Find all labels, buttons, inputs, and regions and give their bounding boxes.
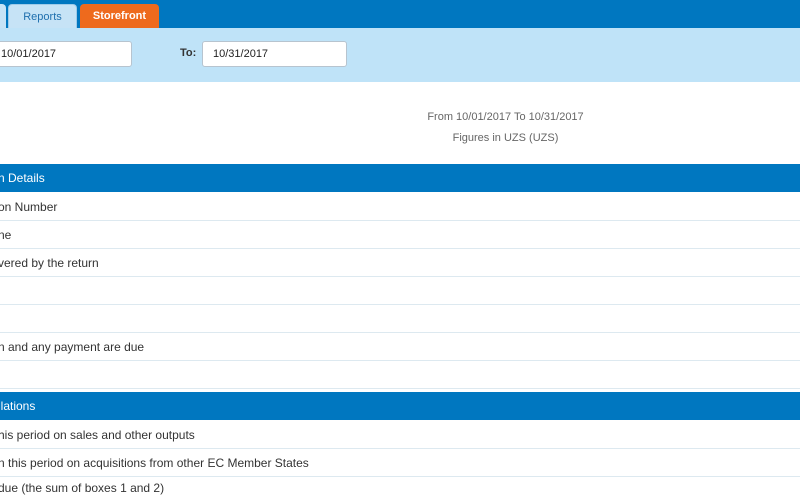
- from-date-input[interactable]: 10/01/2017: [0, 41, 132, 67]
- table-row: his period on sales and other outputs: [0, 421, 800, 449]
- table-row: [0, 361, 800, 389]
- table-row: on Number: [0, 193, 800, 221]
- top-navigation-bar: Reports Storefront: [0, 0, 800, 28]
- row-label: n and any payment are due: [0, 339, 145, 354]
- report-currency: Figures in UZS (UZS): [452, 132, 559, 144]
- section-title: llations: [0, 399, 36, 413]
- tab-partial[interactable]: [0, 4, 6, 28]
- table-row: ne: [0, 221, 800, 249]
- table-row: [0, 277, 800, 305]
- row-label: n this period on acquisitions from other…: [0, 455, 309, 470]
- table-row: n this period on acquisitions from other…: [0, 449, 800, 477]
- to-date-label: To:: [180, 47, 197, 59]
- tab-storefront[interactable]: Storefront: [80, 4, 159, 28]
- row-label: his period on sales and other outputs: [0, 427, 195, 442]
- date-filter-bar: 10/01/2017 To: 10/31/2017: [0, 28, 800, 82]
- table-row: vered by the return: [0, 249, 800, 277]
- section-header-calculations: llations: [0, 392, 800, 420]
- row-label: vered by the return: [0, 255, 99, 270]
- report-period: From 10/01/2017 To 10/31/2017: [427, 111, 584, 123]
- table-row: due (the sum of boxes 1 and 2): [0, 477, 800, 498]
- tab-reports[interactable]: Reports: [8, 4, 77, 28]
- row-label: due (the sum of boxes 1 and 2): [0, 480, 165, 495]
- section-header-details: n Details: [0, 164, 800, 192]
- table-row: [0, 305, 800, 333]
- row-label: on Number: [0, 199, 58, 214]
- to-date-input[interactable]: 10/31/2017: [202, 41, 347, 67]
- section-title: n Details: [0, 171, 45, 185]
- table-row: n and any payment are due: [0, 333, 800, 361]
- row-label: ne: [0, 227, 12, 242]
